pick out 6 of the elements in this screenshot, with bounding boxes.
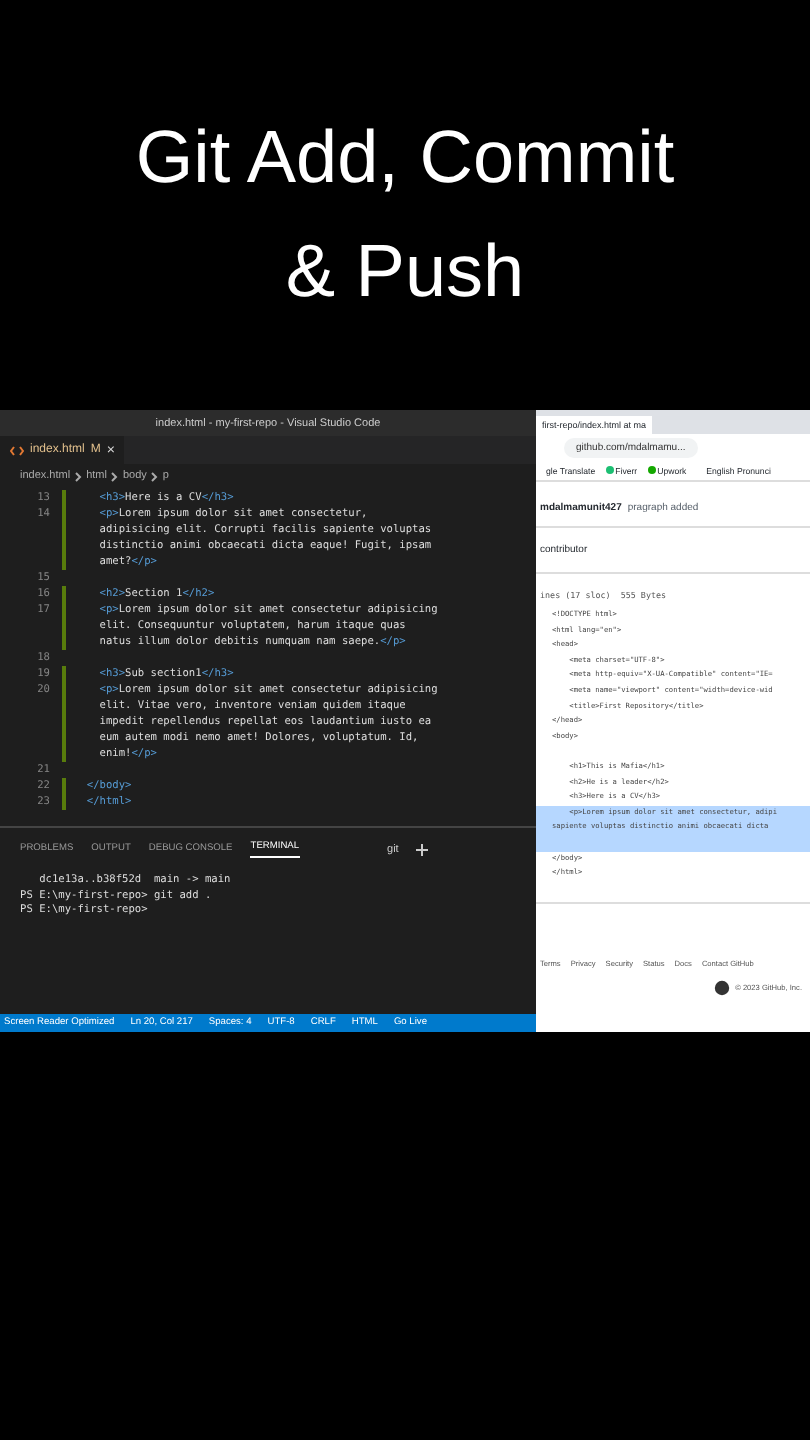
- add-icon[interactable]: [416, 844, 429, 856]
- chevron-icon: [150, 471, 159, 481]
- chevron-icon: [74, 471, 83, 481]
- video-title: Git Add, Commit & Push: [133, 114, 677, 317]
- chevron-icon: [110, 471, 119, 481]
- code-icon: [10, 445, 24, 455]
